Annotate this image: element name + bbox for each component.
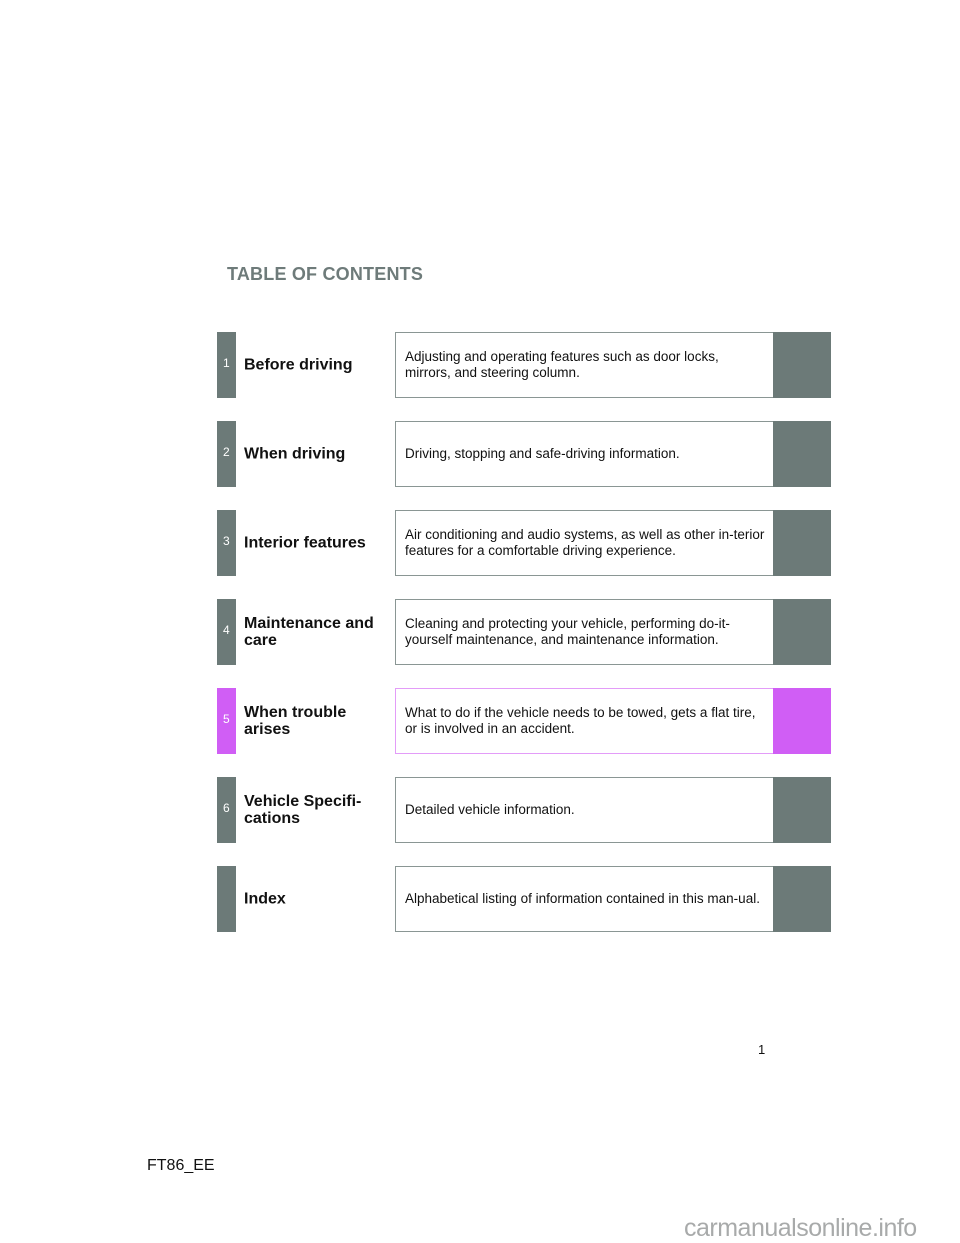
page-number: 1 bbox=[758, 1042, 766, 1057]
section-description-box: Driving, stopping and safe-driving infor… bbox=[395, 421, 774, 487]
section-description-box: Air conditioning and audio systems, as w… bbox=[395, 510, 774, 576]
section-thumb-block[interactable] bbox=[773, 866, 831, 932]
toc-section-when-driving[interactable]: 2 When driving Driving, stopping and saf… bbox=[217, 421, 831, 487]
section-thumb-block[interactable] bbox=[773, 421, 831, 487]
toc-section-when-trouble-arises[interactable]: 5 When trouble arises What to do if the … bbox=[217, 688, 831, 754]
section-tab bbox=[217, 866, 236, 932]
section-number: 3 bbox=[223, 534, 230, 548]
toc-section-maintenance-and-care[interactable]: 4 Maintenance and care Cleaning and prot… bbox=[217, 599, 831, 665]
section-thumb-block[interactable] bbox=[773, 510, 831, 576]
section-tab: 2 bbox=[217, 421, 236, 487]
section-tab: 5 bbox=[217, 688, 236, 754]
section-description: Detailed vehicle information. bbox=[405, 802, 575, 817]
section-heading[interactable]: Interior features bbox=[244, 535, 394, 552]
section-thumb-block[interactable] bbox=[773, 599, 831, 665]
section-number: 2 bbox=[223, 445, 230, 459]
section-description-box: Adjusting and operating features such as… bbox=[395, 332, 774, 398]
section-number: 5 bbox=[223, 712, 230, 726]
section-description: Adjusting and operating features such as… bbox=[405, 349, 719, 380]
section-tab: 4 bbox=[217, 599, 236, 665]
section-heading[interactable]: When trouble arises bbox=[244, 704, 394, 738]
section-tab: 6 bbox=[217, 777, 236, 843]
section-number: 1 bbox=[223, 356, 230, 370]
watermark: carmanualsonline.info bbox=[684, 1214, 917, 1242]
section-number: 6 bbox=[223, 801, 230, 815]
section-tab: 3 bbox=[217, 510, 236, 576]
section-tab: 1 bbox=[217, 332, 236, 398]
section-thumb-block[interactable] bbox=[773, 688, 831, 754]
section-heading[interactable]: Vehicle Specifi-cations bbox=[244, 793, 394, 827]
section-description: Alphabetical listing of information cont… bbox=[405, 891, 760, 906]
section-thumb-block[interactable] bbox=[773, 332, 831, 398]
section-heading[interactable]: Maintenance and care bbox=[244, 615, 394, 649]
section-description: Cleaning and protecting your vehicle, pe… bbox=[405, 616, 730, 647]
document-code: FT86_EE bbox=[147, 1157, 215, 1174]
section-description-box: Detailed vehicle information. bbox=[395, 777, 774, 843]
section-description: Air conditioning and audio systems, as w… bbox=[405, 527, 765, 558]
toc-section-interior-features[interactable]: 3 Interior features Air conditioning and… bbox=[217, 510, 831, 576]
section-heading[interactable]: Before driving bbox=[244, 357, 394, 374]
section-description-box: What to do if the vehicle needs to be to… bbox=[395, 688, 774, 754]
section-heading[interactable]: When driving bbox=[244, 446, 394, 463]
page-title: TABLE OF CONTENTS bbox=[227, 264, 424, 284]
toc-section-index[interactable]: Index Alphabetical listing of informatio… bbox=[217, 866, 831, 932]
section-number: 4 bbox=[223, 623, 230, 637]
section-heading[interactable]: Index bbox=[244, 891, 394, 908]
section-thumb-block[interactable] bbox=[773, 777, 831, 843]
section-description: Driving, stopping and safe-driving infor… bbox=[405, 446, 680, 461]
toc-section-before-driving[interactable]: 1 Before driving Adjusting and operating… bbox=[217, 332, 831, 398]
section-description-box: Alphabetical listing of information cont… bbox=[395, 866, 774, 932]
section-description: What to do if the vehicle needs to be to… bbox=[405, 705, 756, 736]
toc-section-vehicle-specifications[interactable]: 6 Vehicle Specifi-cations Detailed vehic… bbox=[217, 777, 831, 843]
section-description-box: Cleaning and protecting your vehicle, pe… bbox=[395, 599, 774, 665]
